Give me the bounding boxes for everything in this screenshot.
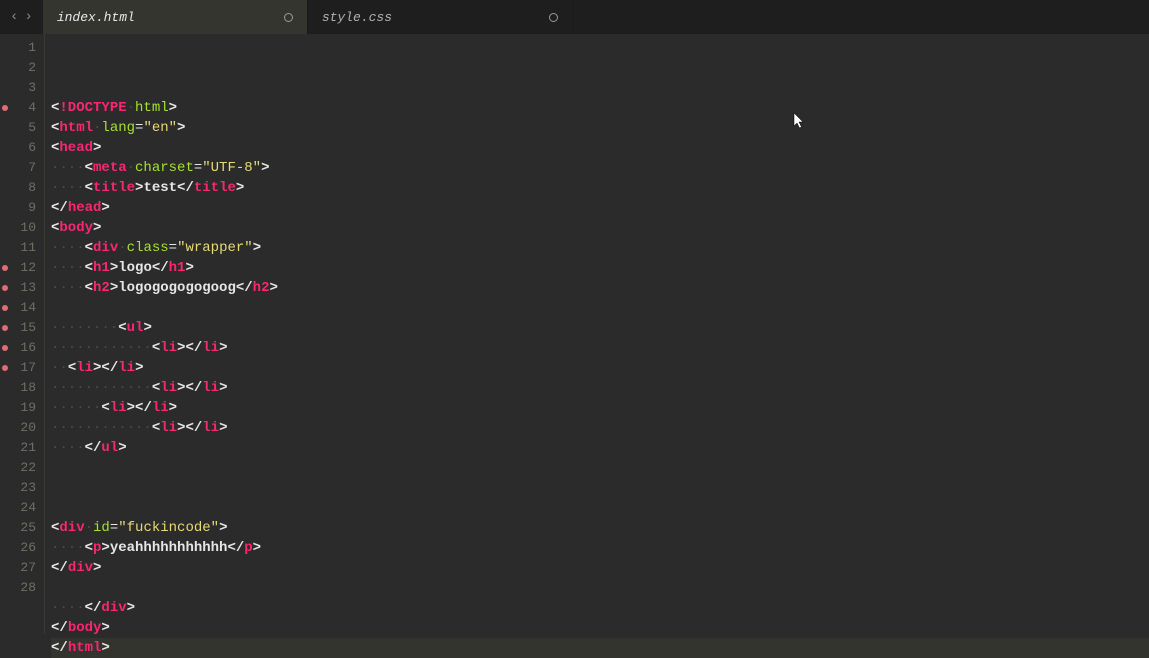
- code-line[interactable]: ··<li></li>: [51, 358, 1149, 378]
- code-line[interactable]: ········<ul>: [51, 318, 1149, 338]
- line-number: 20: [0, 418, 44, 438]
- line-number: 17: [0, 358, 44, 378]
- code-line[interactable]: [51, 498, 1149, 518]
- line-number: 5: [0, 118, 44, 138]
- code-area[interactable]: <!DOCTYPE·html><html·lang="en"><head>···…: [44, 34, 1149, 634]
- line-number: 15: [0, 318, 44, 338]
- editor: 1234567891011121314151617181920212223242…: [0, 34, 1149, 634]
- code-line[interactable]: [51, 578, 1149, 598]
- tab-bar: ‹ › index.html style.css: [0, 0, 1149, 34]
- gutter-mark-icon: [2, 305, 8, 311]
- code-line[interactable]: ····<h2>logogogogogoog</h2>: [51, 278, 1149, 298]
- code-line[interactable]: ······<li></li>: [51, 398, 1149, 418]
- nav-forward-icon[interactable]: ›: [22, 9, 34, 25]
- gutter-mark-icon: [2, 285, 8, 291]
- line-number: 2: [0, 58, 44, 78]
- code-line[interactable]: ············<li></li>: [51, 338, 1149, 358]
- nav-arrows: ‹ ›: [0, 0, 43, 34]
- line-number: 21: [0, 438, 44, 458]
- line-number: 10: [0, 218, 44, 238]
- code-line[interactable]: </head>: [51, 198, 1149, 218]
- code-line[interactable]: </div>: [51, 558, 1149, 578]
- tab-index-html[interactable]: index.html: [43, 0, 308, 34]
- gutter-mark-icon: [2, 365, 8, 371]
- gutter: 1234567891011121314151617181920212223242…: [0, 34, 44, 634]
- line-number: 6: [0, 138, 44, 158]
- modified-indicator-icon: [284, 13, 293, 22]
- line-number: 3: [0, 78, 44, 98]
- gutter-mark-icon: [2, 345, 8, 351]
- code-line[interactable]: ····<p>yeahhhhhhhhhhh</p>: [51, 538, 1149, 558]
- line-number: 12: [0, 258, 44, 278]
- line-number: 22: [0, 458, 44, 478]
- line-number: 14: [0, 298, 44, 318]
- gutter-mark-icon: [2, 105, 8, 111]
- code-line[interactable]: <div·id="fuckincode">: [51, 518, 1149, 538]
- code-line[interactable]: <!DOCTYPE·html>: [51, 98, 1149, 118]
- gutter-mark-icon: [2, 265, 8, 271]
- code-line[interactable]: [51, 478, 1149, 498]
- code-line[interactable]: ····<div·class="wrapper">: [51, 238, 1149, 258]
- line-number: 1: [0, 38, 44, 58]
- code-line[interactable]: ····</ul>: [51, 438, 1149, 458]
- line-number: 13: [0, 278, 44, 298]
- code-line[interactable]: ····</div>: [51, 598, 1149, 618]
- code-line[interactable]: ············<li></li>: [51, 378, 1149, 398]
- line-number: 4: [0, 98, 44, 118]
- gutter-mark-icon: [2, 325, 8, 331]
- line-number: 23: [0, 478, 44, 498]
- code-line[interactable]: <html·lang="en">: [51, 118, 1149, 138]
- modified-indicator-icon: [549, 13, 558, 22]
- code-line[interactable]: ····<meta·charset="UTF-8">: [51, 158, 1149, 178]
- nav-back-icon[interactable]: ‹: [8, 9, 20, 25]
- line-number: 16: [0, 338, 44, 358]
- code-line[interactable]: <head>: [51, 138, 1149, 158]
- code-line[interactable]: </html>: [51, 638, 1149, 658]
- code-line[interactable]: ············<li></li>: [51, 418, 1149, 438]
- code-line[interactable]: </body>: [51, 618, 1149, 638]
- tab-style-css[interactable]: style.css: [308, 0, 573, 34]
- code-line[interactable]: <body>: [51, 218, 1149, 238]
- code-line[interactable]: ····<title>test</title>: [51, 178, 1149, 198]
- code-line[interactable]: [51, 458, 1149, 478]
- line-number: 28: [0, 578, 44, 598]
- line-number: 11: [0, 238, 44, 258]
- line-number: 24: [0, 498, 44, 518]
- line-number: 9: [0, 198, 44, 218]
- line-number: 19: [0, 398, 44, 418]
- tab-label: style.css: [322, 10, 392, 25]
- line-number: 27: [0, 558, 44, 578]
- line-number: 26: [0, 538, 44, 558]
- line-number: 7: [0, 158, 44, 178]
- line-number: 25: [0, 518, 44, 538]
- code-line[interactable]: ····<h1>logo</h1>: [51, 258, 1149, 278]
- line-number: 8: [0, 178, 44, 198]
- line-number: 18: [0, 378, 44, 398]
- tab-label: index.html: [57, 10, 135, 25]
- code-line[interactable]: [51, 298, 1149, 318]
